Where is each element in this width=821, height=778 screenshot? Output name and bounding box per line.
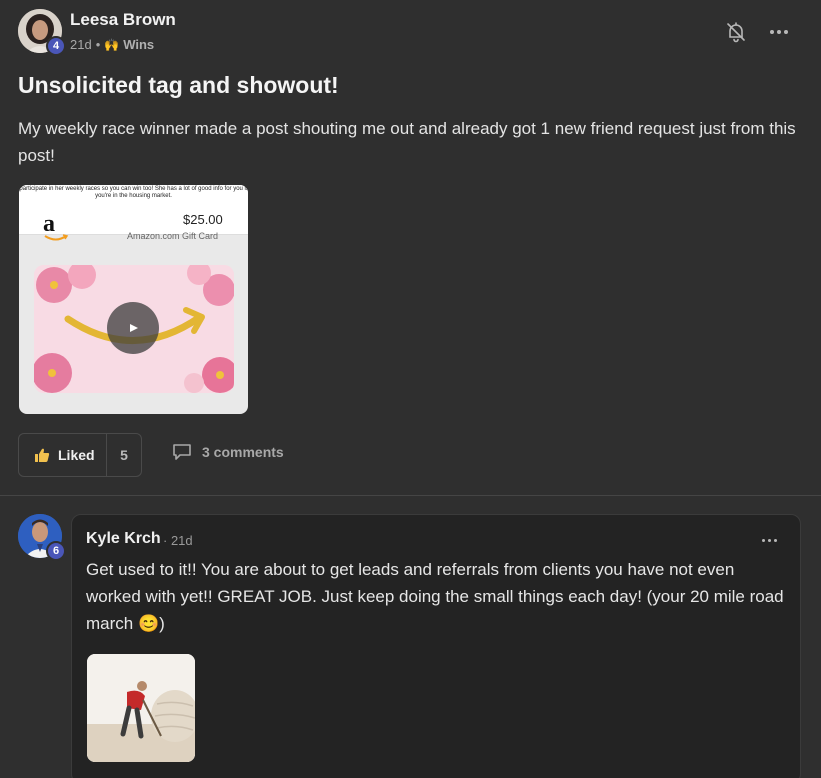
comments-button[interactable]: 3 comments: [172, 443, 284, 461]
attachment-caption: participate in her weekly races so you c…: [19, 185, 248, 203]
amazon-smile-icon: [44, 234, 69, 241]
author-level-badge: 4: [46, 36, 66, 56]
comment-body: Get used to it!! You are about to get le…: [86, 560, 784, 633]
like-count[interactable]: 5: [107, 447, 141, 463]
author-name[interactable]: Leesa Brown: [70, 10, 176, 30]
comment-image-thumbnail[interactable]: [87, 654, 195, 762]
notification-bell-off-icon[interactable]: [724, 20, 748, 44]
post: 4 Leesa Brown 21d • 🙌 Wins Unsolicited t…: [0, 0, 821, 495]
post-meta: 21d • 🙌 Wins: [70, 37, 154, 52]
like-toggle[interactable]: Liked: [19, 434, 107, 476]
like-button[interactable]: Liked 5: [18, 433, 142, 477]
comment-more-options-icon[interactable]: [758, 530, 780, 550]
post-body: My weekly race winner made a post shouti…: [18, 119, 796, 165]
post-time: 21d: [70, 37, 92, 52]
post-title: Unsolicited tag and showout!: [18, 72, 339, 98]
post-category[interactable]: Wins: [123, 37, 154, 52]
post-attachment-video[interactable]: participate in her weekly races so you c…: [19, 185, 248, 414]
gift-card-label: Amazon.com Gift Card: [127, 231, 219, 241]
commenter-name[interactable]: Kyle Krch: [86, 530, 161, 548]
comment-bubble-icon: [173, 444, 191, 460]
meta-separator: •: [95, 37, 101, 52]
commenter-level-badge: 6: [46, 541, 66, 561]
category-emoji: 🙌: [104, 37, 120, 52]
play-video-icon[interactable]: [107, 302, 159, 354]
post-more-options-icon[interactable]: [766, 20, 792, 44]
comment-time: · 21d: [163, 533, 193, 548]
comments-count-label: 3 comments: [202, 444, 284, 460]
like-label: Liked: [58, 447, 95, 463]
gift-card-price: $25.00: [183, 212, 223, 227]
thumbs-up-icon: [35, 448, 50, 462]
section-divider: [0, 495, 821, 496]
